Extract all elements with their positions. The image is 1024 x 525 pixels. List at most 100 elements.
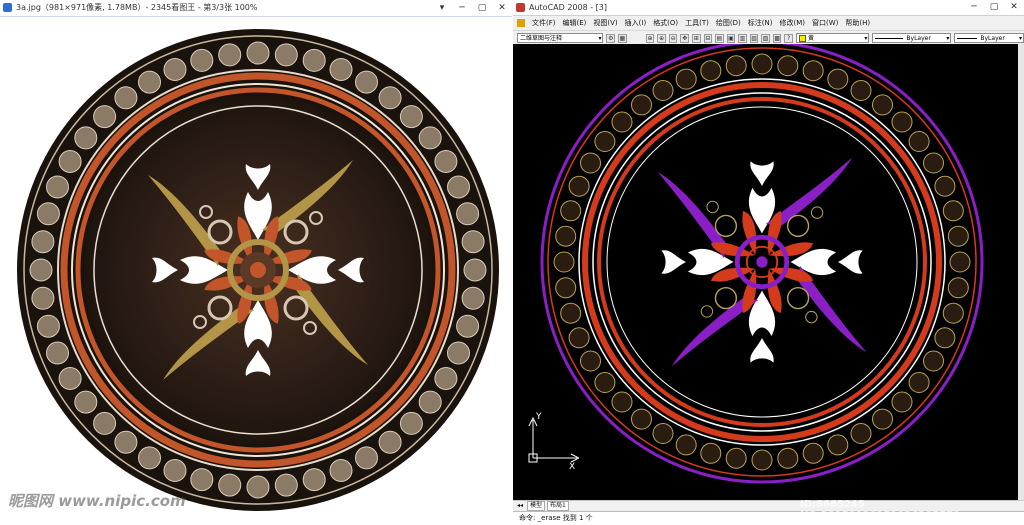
bead-ornament — [580, 350, 601, 372]
properties-icon[interactable]: ▤ — [715, 33, 724, 43]
tab-model[interactable]: 模型 — [527, 501, 546, 511]
bead-ornament — [553, 251, 575, 273]
viewer-title: 3a.jpg（981×971像素, 1.78MB）- 2345看图王 - 第3/… — [16, 3, 258, 12]
minimize-button[interactable]: ─ — [452, 0, 472, 16]
bead-ornament — [777, 55, 799, 77]
bead-ornament — [93, 411, 117, 435]
bead-ornament — [218, 43, 242, 67]
tool-palettes-icon[interactable]: ▥ — [738, 33, 747, 43]
bead-ornament — [751, 53, 773, 75]
viewer-titlebar: 3a.jpg（981×971像素, 1.78MB）- 2345看图王 - 第3/… — [0, 0, 512, 17]
zoom-previous-icon[interactable]: ⊖ — [668, 33, 678, 43]
color-select[interactable]: 黄 — [796, 33, 870, 43]
bead-ornament — [947, 277, 969, 299]
linetype-select[interactable]: ByLayer — [872, 33, 952, 43]
lineweight-select[interactable]: ByLayer — [954, 33, 1024, 43]
bead-ornament — [46, 341, 69, 365]
bead-ornament — [850, 423, 872, 444]
vertical-scrollbar[interactable] — [1018, 44, 1024, 500]
menu-format[interactable]: 格式(O) — [653, 16, 678, 30]
ucs-y-label: Y — [536, 412, 542, 422]
zoom-realtime-icon[interactable]: ⊕ — [645, 33, 655, 43]
image-id-watermark: ID:8665245 NO:20150920151926205779 — [800, 499, 961, 521]
bead-ornament — [934, 327, 956, 349]
bead-ornament — [418, 126, 442, 150]
menu-insert[interactable]: 插入(I) — [625, 16, 647, 30]
color-swatch-icon — [799, 35, 807, 42]
cad-maximize-button[interactable]: ▢ — [984, 0, 1004, 15]
bead-ornament — [827, 434, 849, 456]
bead-ornament — [872, 94, 893, 116]
calculator-icon[interactable]: ▩ — [772, 33, 782, 43]
bead-ornament — [777, 447, 799, 469]
help-icon[interactable]: ? — [784, 33, 794, 43]
bead-ornament — [949, 251, 971, 273]
menu-draw[interactable]: 绘图(D) — [716, 16, 741, 30]
zoom-all-icon[interactable]: ⊟ — [703, 33, 713, 43]
bead-ornament — [594, 131, 616, 152]
bead-ornament — [611, 391, 633, 413]
sheet-set-icon[interactable]: ▧ — [749, 33, 759, 43]
bead-ornament — [908, 372, 930, 393]
bead-ornament — [74, 126, 98, 150]
menu-file[interactable]: 文件(F) — [532, 16, 556, 30]
toolbar-toggle-icon[interactable]: ▦ — [618, 33, 627, 43]
bead-ornament — [568, 175, 590, 197]
workspace-select[interactable]: 二维草图与注释 — [517, 33, 604, 43]
menu-dimension[interactable]: 标注(N) — [748, 16, 773, 30]
bead-ornament — [447, 341, 470, 365]
bead-ornament — [399, 105, 423, 129]
cad-title: AutoCAD 2008 - [3] — [529, 3, 607, 12]
bead-ornament — [850, 80, 872, 101]
menu-help[interactable]: 帮助(H) — [845, 16, 870, 30]
autocad-app-icon — [516, 3, 525, 12]
bead-ornament — [923, 350, 944, 372]
bead-ornament — [378, 86, 402, 110]
bead-ornament — [652, 80, 674, 101]
bead-ornament — [399, 411, 423, 435]
bead-ornament — [942, 302, 964, 324]
markup-icon[interactable]: ▨ — [761, 33, 770, 43]
bead-ornament — [447, 175, 470, 199]
bead-ornament — [36, 202, 60, 226]
bead-ornament — [58, 150, 82, 173]
menu-doc-icon[interactable] — [517, 19, 525, 27]
bead-ornament — [580, 152, 601, 174]
bead-ornament — [190, 48, 214, 72]
bead-ornament — [908, 131, 930, 152]
cad-drawing-canvas[interactable]: Y X — [513, 44, 1018, 500]
pan-icon[interactable]: ✥ — [680, 33, 689, 43]
design-center-icon[interactable]: ▣ — [726, 33, 736, 43]
bead-ornament — [611, 111, 633, 133]
menu-view[interactable]: 视图(V) — [593, 16, 617, 30]
bead-ornament — [942, 200, 964, 222]
menu-modify[interactable]: 修改(M) — [779, 16, 805, 30]
bead-ornament — [190, 468, 214, 492]
cad-titlebar: AutoCAD 2008 - [3] ─ ▢ ✕ — [513, 0, 1024, 16]
bead-ornament — [434, 367, 458, 390]
bead-ornament — [29, 258, 53, 282]
bead-ornament — [751, 449, 773, 471]
tab-layout1[interactable]: 布局1 — [547, 501, 569, 511]
zoom-window-icon[interactable]: ⊕ — [657, 33, 666, 43]
cad-minimize-button[interactable]: ─ — [964, 0, 984, 15]
maximize-button[interactable]: ▢ — [472, 0, 492, 16]
zoom-extents-icon[interactable]: ⊞ — [691, 33, 701, 43]
workspace-settings-icon[interactable]: ⚙ — [606, 33, 616, 43]
bead-ornament — [934, 175, 956, 197]
bead-ornament — [456, 202, 480, 226]
bead-ornament — [93, 105, 117, 129]
cad-toolbar: 二维草图与注释 ⚙ ▦ ⊕ ⊕ ⊖ ✥ ⊞ ⊟ ▤ ▣ ▥ ▧ ▨ ▩ ? 黄 … — [513, 30, 1024, 45]
dropdown-icon[interactable]: ▾ — [432, 0, 452, 16]
bead-ornament — [302, 48, 326, 72]
bead-ornament — [700, 442, 722, 464]
bead-ornament — [114, 86, 138, 110]
cad-close-button[interactable]: ✕ — [1004, 0, 1024, 15]
bead-ornament — [163, 58, 187, 81]
bead-ornament — [652, 423, 674, 444]
close-button[interactable]: ✕ — [492, 0, 512, 16]
menu-window[interactable]: 窗口(W) — [812, 16, 838, 30]
menu-edit[interactable]: 编辑(E) — [563, 16, 587, 30]
bead-ornament — [802, 60, 824, 82]
menu-tools[interactable]: 工具(T) — [685, 16, 709, 30]
